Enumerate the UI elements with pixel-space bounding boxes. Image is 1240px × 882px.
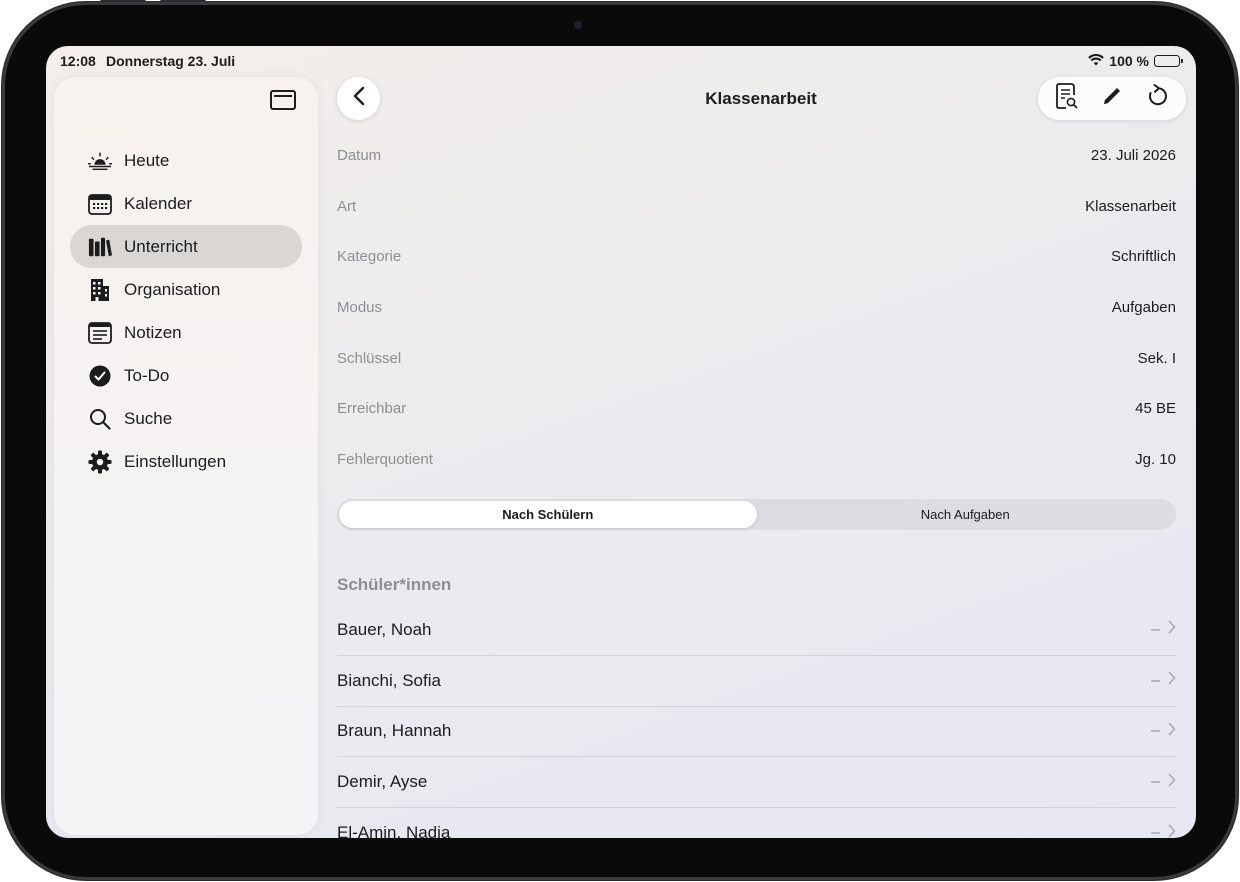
student-row[interactable]: Demir, Ayse – <box>337 757 1176 809</box>
search-icon <box>88 407 112 431</box>
sidebar-item-label: Organisation <box>124 279 221 299</box>
student-row[interactable]: El-Amin, Nadia – <box>337 808 1176 838</box>
sidebar: Heute Kalender Unterricht Organisation N… <box>54 77 318 835</box>
front-camera <box>574 21 582 29</box>
detail-key: Art <box>337 197 357 215</box>
detail-value: Sek. I <box>1137 349 1176 367</box>
student-name: El-Amin, Nadia <box>337 823 451 838</box>
detail-value: 23. Juli 2026 <box>1090 146 1176 164</box>
student-row[interactable]: Braun, Hannah – <box>337 707 1176 758</box>
edit-button[interactable] <box>1098 85 1126 113</box>
battery-icon <box>1154 55 1183 67</box>
sidebar-item-label: Einstellungen <box>124 451 227 471</box>
detail-key: Kategorie <box>337 248 402 266</box>
sidebar-toggle-icon[interactable] <box>270 90 296 110</box>
chevron-left-icon <box>352 86 366 111</box>
detail-row-art: Art Klassenarbeit <box>337 181 1176 232</box>
detail-value: Jg. 10 <box>1135 450 1176 468</box>
detail-key: Modus <box>337 298 383 316</box>
sidebar-item-label: Kalender <box>124 193 193 213</box>
detail-value: 45 BE <box>1135 400 1176 418</box>
sidebar-item-notizen[interactable]: Notizen <box>70 311 302 354</box>
detail-key: Fehlerquotient <box>337 450 433 468</box>
student-score: – <box>1151 773 1160 791</box>
detail-row-erreichbar: Erreichbar 45 BE <box>337 383 1176 434</box>
back-button[interactable] <box>337 77 380 120</box>
detail-value: Schriftlich <box>1110 248 1176 266</box>
detail-value: Aufgaben <box>1111 298 1176 316</box>
chevron-right-icon <box>1168 773 1176 792</box>
sidebar-item-label: Unterricht <box>124 236 198 256</box>
pencil-icon <box>1101 85 1123 112</box>
status-indicators: 100 % <box>1088 53 1183 69</box>
student-row[interactable]: Bauer, Noah – <box>337 605 1176 656</box>
chevron-right-icon <box>1168 620 1176 639</box>
detail-row-schluessel: Schlüssel Sek. I <box>337 333 1176 384</box>
student-row-accessory: – <box>1151 671 1176 690</box>
gear-icon <box>88 450 112 474</box>
refresh-button[interactable] <box>1143 84 1171 113</box>
chevron-right-icon <box>1168 824 1176 838</box>
segment-nach-aufgaben[interactable]: Nach Aufgaben <box>757 501 1175 528</box>
detail-row-fehlerquotient: Fehlerquotient Jg. 10 <box>337 434 1176 485</box>
status-time: 12:08 <box>60 53 96 69</box>
detail-value: Klassenarbeit <box>1085 197 1176 215</box>
detail-row-datum: Datum 23. Juli 2026 <box>337 130 1176 181</box>
sidebar-item-kalender[interactable]: Kalender <box>70 182 302 225</box>
sidebar-item-label: Notizen <box>124 322 182 342</box>
student-name: Bauer, Noah <box>337 619 432 639</box>
document-search-icon <box>1055 83 1078 114</box>
student-row-accessory: – <box>1151 722 1176 741</box>
sidebar-item-label: To-Do <box>124 365 170 385</box>
sidebar-item-label: Heute <box>124 150 170 170</box>
detail-key: Schlüssel <box>337 349 402 367</box>
sidebar-item-heute[interactable]: Heute <box>70 139 302 182</box>
refresh-icon <box>1146 84 1168 113</box>
segment-nach-schuelern[interactable]: Nach Schülern <box>339 501 757 528</box>
student-name: Demir, Ayse <box>337 772 428 792</box>
note-icon <box>88 321 112 345</box>
calendar-icon <box>88 192 112 216</box>
student-row[interactable]: Bianchi, Sofia – <box>337 656 1176 707</box>
sunrise-icon <box>88 149 112 173</box>
chevron-right-icon <box>1168 671 1176 690</box>
student-row-accessory: – <box>1151 824 1176 838</box>
sidebar-item-organisation[interactable]: Organisation <box>70 268 302 311</box>
status-date: Donnerstag 23. Juli <box>106 53 236 69</box>
student-score: – <box>1151 620 1160 638</box>
student-row-accessory: – <box>1151 773 1176 792</box>
student-row-accessory: – <box>1151 620 1176 639</box>
sidebar-item-einstellungen[interactable]: Einstellungen <box>70 440 302 483</box>
screen: 12:08 Donnerstag 23. Juli 100 % Heute Ka… <box>46 46 1196 838</box>
students-section-header: Schüler*innen <box>337 575 452 594</box>
toolbar <box>1038 77 1186 120</box>
student-name: Bianchi, Sofia <box>337 670 441 690</box>
sidebar-item-todo[interactable]: To-Do <box>70 354 302 397</box>
books-icon <box>88 235 112 259</box>
student-score: – <box>1151 671 1160 689</box>
wifi-icon <box>1088 53 1105 69</box>
student-score: – <box>1151 824 1160 838</box>
student-score: – <box>1151 722 1160 740</box>
document-search-button[interactable] <box>1053 83 1081 114</box>
page-title: Klassenarbeit <box>705 89 817 108</box>
detail-row-modus: Modus Aufgaben <box>337 282 1176 333</box>
student-list: Bauer, Noah – Bianchi, Sofia – Braun, Ha… <box>337 605 1176 838</box>
view-segmented-control: Nach Schülern Nach Aufgaben <box>337 499 1176 530</box>
checkmark-circle-icon <box>88 364 112 388</box>
battery-percentage: 100 % <box>1109 53 1149 69</box>
sidebar-nav: Heute Kalender Unterricht Organisation N… <box>70 139 302 483</box>
sidebar-item-suche[interactable]: Suche <box>70 397 302 440</box>
detail-row-kategorie: Kategorie Schriftlich <box>337 231 1176 282</box>
student-name: Braun, Hannah <box>337 721 452 741</box>
detail-key: Erreichbar <box>337 400 407 418</box>
building-icon <box>88 278 112 302</box>
chevron-right-icon <box>1168 722 1176 741</box>
sidebar-item-label: Suche <box>124 408 173 428</box>
detail-key: Datum <box>337 146 382 164</box>
detail-list: Datum 23. Juli 2026 Art Klassenarbeit Ka… <box>337 130 1176 485</box>
sidebar-item-unterricht[interactable]: Unterricht <box>70 225 302 268</box>
